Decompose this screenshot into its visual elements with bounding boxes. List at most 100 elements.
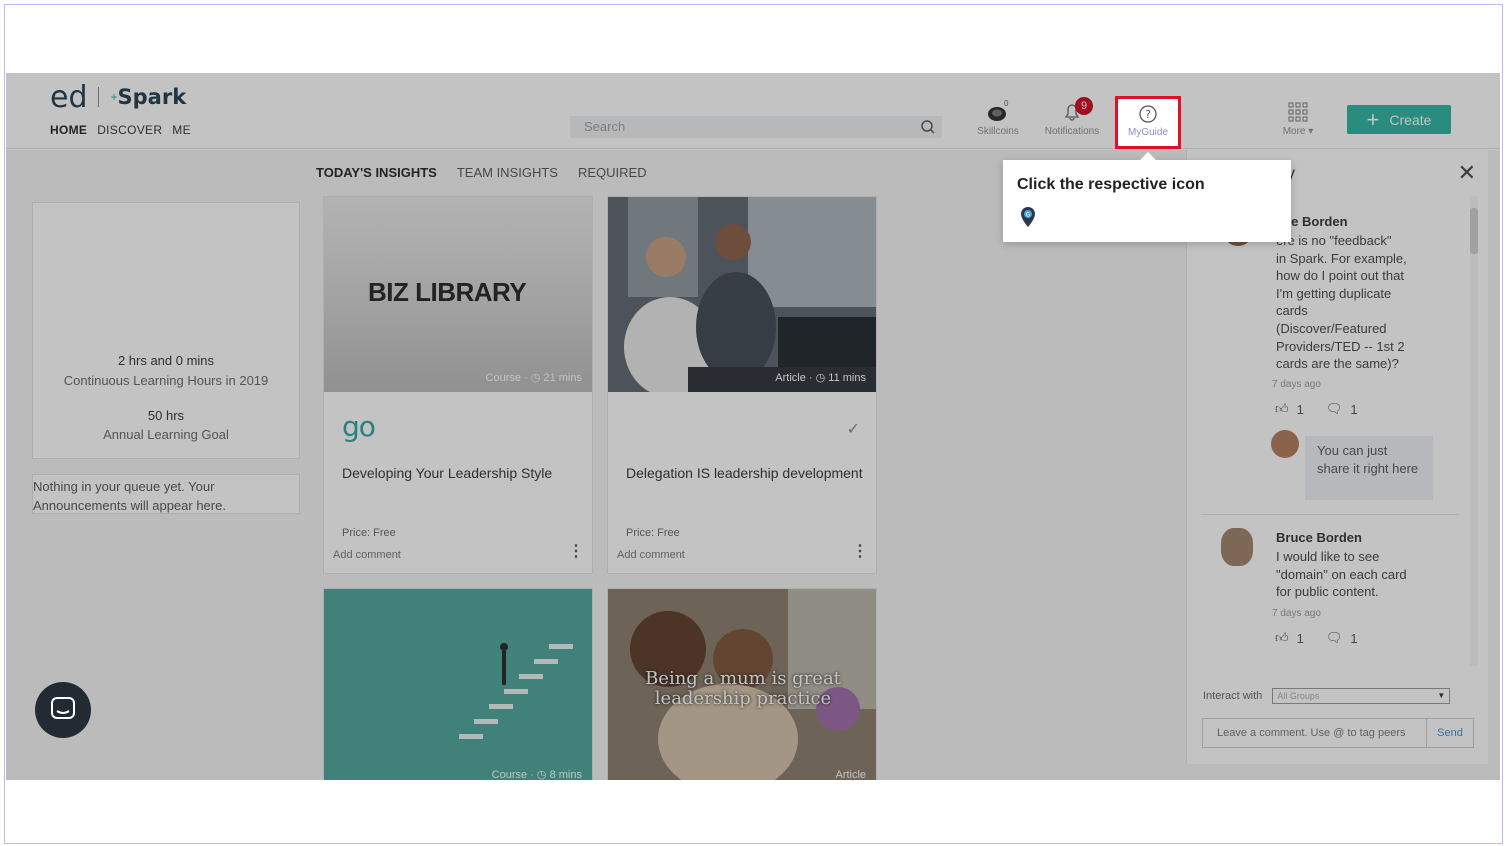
content-card[interactable]: BIZ LIBRARY Course · ◷ 21 mins go Develo… bbox=[323, 196, 593, 574]
more-label: More bbox=[1282, 126, 1306, 137]
skillcoins-count: 0 bbox=[1004, 99, 1009, 108]
provider-logo: go bbox=[342, 410, 376, 443]
comment-author[interactable]: Bruce Borden bbox=[1276, 530, 1362, 545]
comment-age: 7 days ago bbox=[1272, 379, 1321, 390]
nav-discover[interactable]: DISCOVER bbox=[97, 123, 162, 137]
card-image[interactable]: Being a mum is great leadership practice… bbox=[608, 589, 876, 780]
guide-tooltip: Click the respective icon G bbox=[1003, 152, 1291, 242]
card-type: Article bbox=[775, 372, 806, 384]
card-duration: 11 mins bbox=[828, 372, 866, 384]
comment-line: I would like to see bbox=[1276, 549, 1380, 564]
add-comment-link[interactable]: Add comment bbox=[333, 549, 401, 561]
notifications-badge: 9 bbox=[1075, 97, 1093, 115]
divider bbox=[1201, 514, 1459, 515]
like-count: 1 bbox=[1296, 630, 1304, 646]
card-title[interactable]: Delegation IS leadership development bbox=[626, 465, 863, 481]
card-image[interactable]: Course · ◷ 8 mins bbox=[324, 589, 592, 780]
avatar bbox=[1271, 430, 1299, 458]
learning-goal-value: 50 hrs bbox=[147, 408, 185, 423]
chat-icon bbox=[51, 697, 75, 719]
notifications-button[interactable]: 9 Notifications bbox=[1040, 97, 1104, 137]
queue-message: Nothing in your queue yet. Your Announce… bbox=[32, 474, 300, 514]
more-caret-icon: ▾ bbox=[1308, 126, 1314, 137]
tab-required[interactable]: REQUIRED bbox=[578, 165, 647, 180]
comment-age: 7 days ago bbox=[1272, 608, 1321, 619]
biz-library-text: BIZ LIBRARY bbox=[368, 277, 527, 307]
comment-text: I would like to see "domain" on each car… bbox=[1276, 548, 1407, 601]
close-icon[interactable]: ✕ bbox=[1458, 160, 1476, 186]
clock-icon: ◷ bbox=[536, 769, 547, 780]
comment-actions: 👍︎ 1 🗨︎ 1 bbox=[1275, 401, 1358, 417]
activity-panel: y ✕ uce Borden ere is no "feedback" in S… bbox=[1186, 150, 1488, 764]
more-button[interactable]: More ▾ bbox=[1276, 101, 1320, 137]
logo-separator bbox=[97, 87, 99, 107]
create-label: Create bbox=[1389, 111, 1432, 128]
comment-line: in Spark. For example, bbox=[1276, 250, 1407, 266]
more-options-icon[interactable]: ⋮ bbox=[852, 544, 868, 560]
like-icon[interactable]: 👍︎ bbox=[1275, 630, 1289, 646]
search-icon[interactable] bbox=[920, 119, 936, 135]
learning-stats-card: 2 hrs and 0 mins Continuous Learning Hou… bbox=[32, 202, 300, 459]
comment-actions: 👍︎ 1 🗨︎ 1 bbox=[1275, 630, 1358, 646]
tab-team-insights[interactable]: TEAM INSIGHTS bbox=[457, 165, 558, 180]
add-comment-link[interactable]: Add comment bbox=[617, 549, 685, 561]
comment-icon[interactable]: 🗨︎ bbox=[1326, 630, 1343, 646]
logo[interactable]: ed + Spark bbox=[50, 79, 187, 115]
svg-text:G: G bbox=[1026, 212, 1031, 219]
comment-line: ere is no "feedback" bbox=[1276, 233, 1392, 248]
card-meta: Article · ◷ 11 mins bbox=[775, 371, 866, 384]
send-button[interactable]: Send bbox=[1427, 719, 1473, 747]
biz-library-logo: BIZ LIBRARY bbox=[368, 277, 527, 308]
tooltip-arrow bbox=[1140, 152, 1156, 160]
card-image-caption: Being a mum is great leadership practice bbox=[645, 668, 841, 709]
search-bar[interactable]: Search bbox=[570, 116, 942, 138]
scrollbar-thumb[interactable] bbox=[1470, 208, 1478, 254]
comment-line: (Discover/Featured bbox=[1276, 320, 1387, 336]
card-title[interactable]: Developing Your Leadership Style bbox=[342, 465, 552, 481]
comment-line: cards bbox=[1276, 303, 1308, 319]
groups-select[interactable]: All Groups ▼ bbox=[1272, 688, 1451, 704]
card-type: Article bbox=[835, 769, 866, 780]
like-icon[interactable]: 👍︎ bbox=[1275, 401, 1289, 417]
card-duration: 8 mins bbox=[549, 769, 582, 780]
logo-spark: Spark bbox=[117, 85, 187, 109]
card-type: Course bbox=[491, 769, 528, 780]
skillcoins-label: Skillcoins bbox=[977, 126, 1019, 137]
more-options-icon[interactable]: ⋮ bbox=[568, 544, 584, 560]
clock-icon: ◷ bbox=[530, 372, 541, 384]
meta-dot: · bbox=[524, 372, 531, 384]
content-card[interactable]: Course · ◷ 8 mins bbox=[323, 588, 593, 780]
location-pin-icon[interactable]: G bbox=[1019, 206, 1037, 228]
card-price: Price: Free bbox=[342, 527, 396, 539]
card-type: Course bbox=[485, 372, 521, 384]
header: ed + Spark HOME DISCOVER ME Search 0 Ski… bbox=[6, 73, 1500, 149]
reply-count: 1 bbox=[1350, 630, 1358, 646]
comment-line: how do I point out that bbox=[1276, 268, 1404, 284]
interact-with-row: Interact with All Groups ▼ bbox=[1203, 688, 1451, 704]
card-meta: Article bbox=[835, 769, 866, 780]
content-card[interactable]: Article · ◷ 11 mins ✓ Delegation IS lead… bbox=[607, 196, 877, 574]
create-button[interactable]: + Create bbox=[1347, 105, 1451, 134]
checkmark-icon[interactable]: ✓ bbox=[847, 419, 860, 439]
card-meta: Course · ◷ 21 mins bbox=[486, 371, 582, 384]
chat-launcher-button[interactable] bbox=[35, 682, 91, 738]
meta-dot: · bbox=[808, 372, 816, 384]
comment-line: Providers/TED -- 1st 2 bbox=[1276, 338, 1405, 354]
logo-ed: ed bbox=[50, 79, 88, 115]
card-image[interactable]: Article · ◷ 11 mins bbox=[608, 197, 876, 392]
content-card[interactable]: Being a mum is great leadership practice… bbox=[607, 588, 877, 780]
comment-icon[interactable]: 🗨︎ bbox=[1326, 401, 1343, 417]
tooltip-text: Click the respective icon bbox=[1017, 176, 1205, 193]
panel-scrollbar[interactable] bbox=[1470, 196, 1478, 666]
interact-label: Interact with bbox=[1203, 690, 1263, 702]
skillcoins-button[interactable]: 0 Skillcoins bbox=[974, 99, 1022, 137]
nav-home[interactable]: HOME bbox=[50, 123, 87, 137]
comment-text: ere is no "feedback" in Spark. For examp… bbox=[1276, 232, 1407, 373]
myguide-highlight-frame bbox=[1115, 96, 1181, 149]
card-image[interactable]: BIZ LIBRARY Course · ◷ 21 mins bbox=[324, 197, 592, 392]
tab-todays-insights[interactable]: TODAY'S INSIGHTS bbox=[316, 165, 437, 180]
top-nav: HOME DISCOVER ME bbox=[50, 123, 191, 137]
nav-me[interactable]: ME bbox=[172, 123, 191, 137]
comment-input[interactable]: Leave a comment. Use @ to tag peers bbox=[1203, 719, 1427, 747]
learning-goal-label: Annual Learning Goal bbox=[103, 427, 229, 442]
